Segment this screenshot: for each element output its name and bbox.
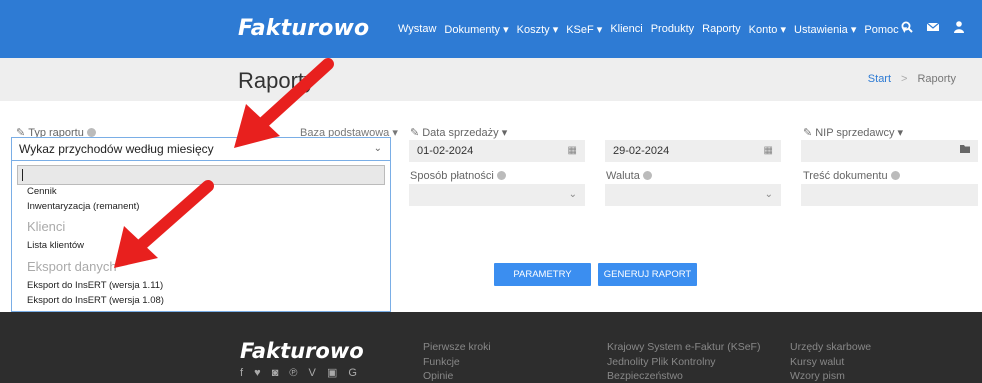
edit-icon: ✎: [410, 127, 420, 139]
calendar-icon[interactable]: ▦: [764, 140, 773, 162]
dropdown-option[interactable]: Inwentaryzacja (remanent): [27, 201, 139, 212]
footer: Fakturowo f ♥ ◙ ℗ V ▣ G Pierwsze kroki F…: [0, 312, 982, 383]
payment-method-label: Sposób płatności: [410, 170, 506, 182]
dropdown-group-label: Klienci: [27, 219, 66, 234]
social-icons[interactable]: f ♥ ◙ ℗ V ▣ G: [240, 366, 361, 379]
report-type-dropdown: Cennik Inwentaryzacja (remanent) Klienci…: [11, 161, 391, 312]
nav-item-dokumenty[interactable]: Dokumenty ▾: [444, 23, 508, 36]
page-title: Raporty: [238, 68, 316, 93]
dropdown-option[interactable]: Lista klientów: [27, 240, 84, 251]
nav-item-konto[interactable]: Konto ▾: [749, 23, 786, 36]
footer-link[interactable]: Pierwsze kroki: [423, 340, 491, 355]
folder-icon[interactable]: [960, 140, 970, 162]
footer-link[interactable]: Kursy walut: [790, 355, 871, 370]
nav-item-raporty[interactable]: Raporty: [702, 23, 741, 36]
report-type-value: Wykaz przychodów według miesięcy: [19, 142, 214, 156]
footer-logo[interactable]: Fakturowo: [240, 339, 364, 363]
nav-item-ksef[interactable]: KSeF ▾: [566, 23, 602, 36]
footer-link[interactable]: Funkcje: [423, 355, 491, 370]
text-caret: [22, 169, 23, 181]
dropdown-option[interactable]: Eksport do InsERT (wersja 1.11): [27, 280, 163, 291]
user-icon[interactable]: [952, 20, 966, 34]
brand-logo[interactable]: Fakturowo: [238, 16, 369, 41]
footer-link[interactable]: Krajowy System e-Faktur (KSeF): [607, 340, 760, 355]
nav-item-klienci[interactable]: Klienci: [610, 23, 642, 36]
report-type-select[interactable]: Wykaz przychodów według miesięcy ⌄: [11, 137, 391, 161]
breadcrumb-current: Raporty: [917, 73, 956, 85]
dropdown-option[interactable]: Eksport do InsERT (wersja 1.08): [27, 295, 164, 306]
nav-item-koszty[interactable]: Koszty ▾: [517, 23, 559, 36]
footer-col-2: Krajowy System e-Faktur (KSeF) Jednolity…: [607, 340, 760, 383]
content-label: Treść dokumentu: [803, 170, 900, 182]
footer-link[interactable]: Wzory pism: [790, 369, 871, 383]
breadcrumb-start[interactable]: Start: [868, 73, 891, 85]
footer-link[interactable]: Opinie: [423, 369, 491, 383]
envelope-icon[interactable]: [926, 20, 940, 34]
breadcrumb: Start > Raporty: [868, 73, 956, 85]
main-menu: Wystaw Dokumenty ▾ Koszty ▾ KSeF ▾ Klien…: [398, 23, 915, 36]
footer-col-3: Urzędy skarbowe Kursy walut Wzory pism: [790, 340, 871, 383]
nav-icons: [900, 20, 966, 34]
help-icon[interactable]: [642, 171, 652, 180]
dropdown-option[interactable]: Cennik: [27, 186, 57, 194]
search-icon[interactable]: [900, 20, 914, 34]
footer-link[interactable]: Bezpieczeństwo: [607, 369, 760, 383]
footer-link[interactable]: Urzędy skarbowe: [790, 340, 871, 355]
seller-nip-label: ✎ NIP sprzedawcy ▾: [803, 127, 904, 139]
calendar-icon[interactable]: ▦: [568, 140, 577, 162]
currency-label: Waluta: [606, 170, 652, 182]
payment-method-select[interactable]: ⌄: [409, 184, 585, 206]
content-input[interactable]: [801, 184, 978, 206]
chevron-down-icon: ⌄: [373, 143, 382, 154]
breadcrumb-separator: >: [901, 73, 908, 85]
footer-link[interactable]: Jednolity Plik Kontrolny: [607, 355, 760, 370]
dropdown-group-label: Eksport danych: [27, 259, 117, 274]
help-icon[interactable]: [496, 171, 506, 180]
currency-select[interactable]: ⌄: [605, 184, 781, 206]
sale-date-to-input[interactable]: 29-02-2024 ▦: [605, 140, 781, 162]
nav-item-ustawienia[interactable]: Ustawienia ▾: [794, 23, 856, 36]
help-icon[interactable]: [86, 128, 96, 137]
footer-col-1: Pierwsze kroki Funkcje Opinie: [423, 340, 491, 383]
nav-item-wystaw[interactable]: Wystaw: [398, 23, 436, 36]
chevron-down-icon: ⌄: [764, 189, 773, 200]
page-header: Raporty Start > Raporty: [0, 58, 982, 101]
parameters-button[interactable]: PARAMETRY: [494, 263, 591, 286]
sale-date-label: ✎ Data sprzedaży ▾: [410, 127, 508, 139]
generate-report-button[interactable]: GENERUJ RAPORT: [598, 263, 697, 286]
edit-icon: ✎: [803, 127, 813, 139]
nav-item-produkty[interactable]: Produkty: [651, 23, 694, 36]
sale-date-from-input[interactable]: 01-02-2024 ▦: [409, 140, 585, 162]
seller-nip-input[interactable]: [801, 140, 978, 162]
top-navbar: Fakturowo Wystaw Dokumenty ▾ Koszty ▾ KS…: [0, 0, 982, 58]
chevron-down-icon: ⌄: [568, 189, 577, 200]
dropdown-search-input[interactable]: [17, 165, 385, 185]
help-icon[interactable]: [890, 171, 900, 180]
